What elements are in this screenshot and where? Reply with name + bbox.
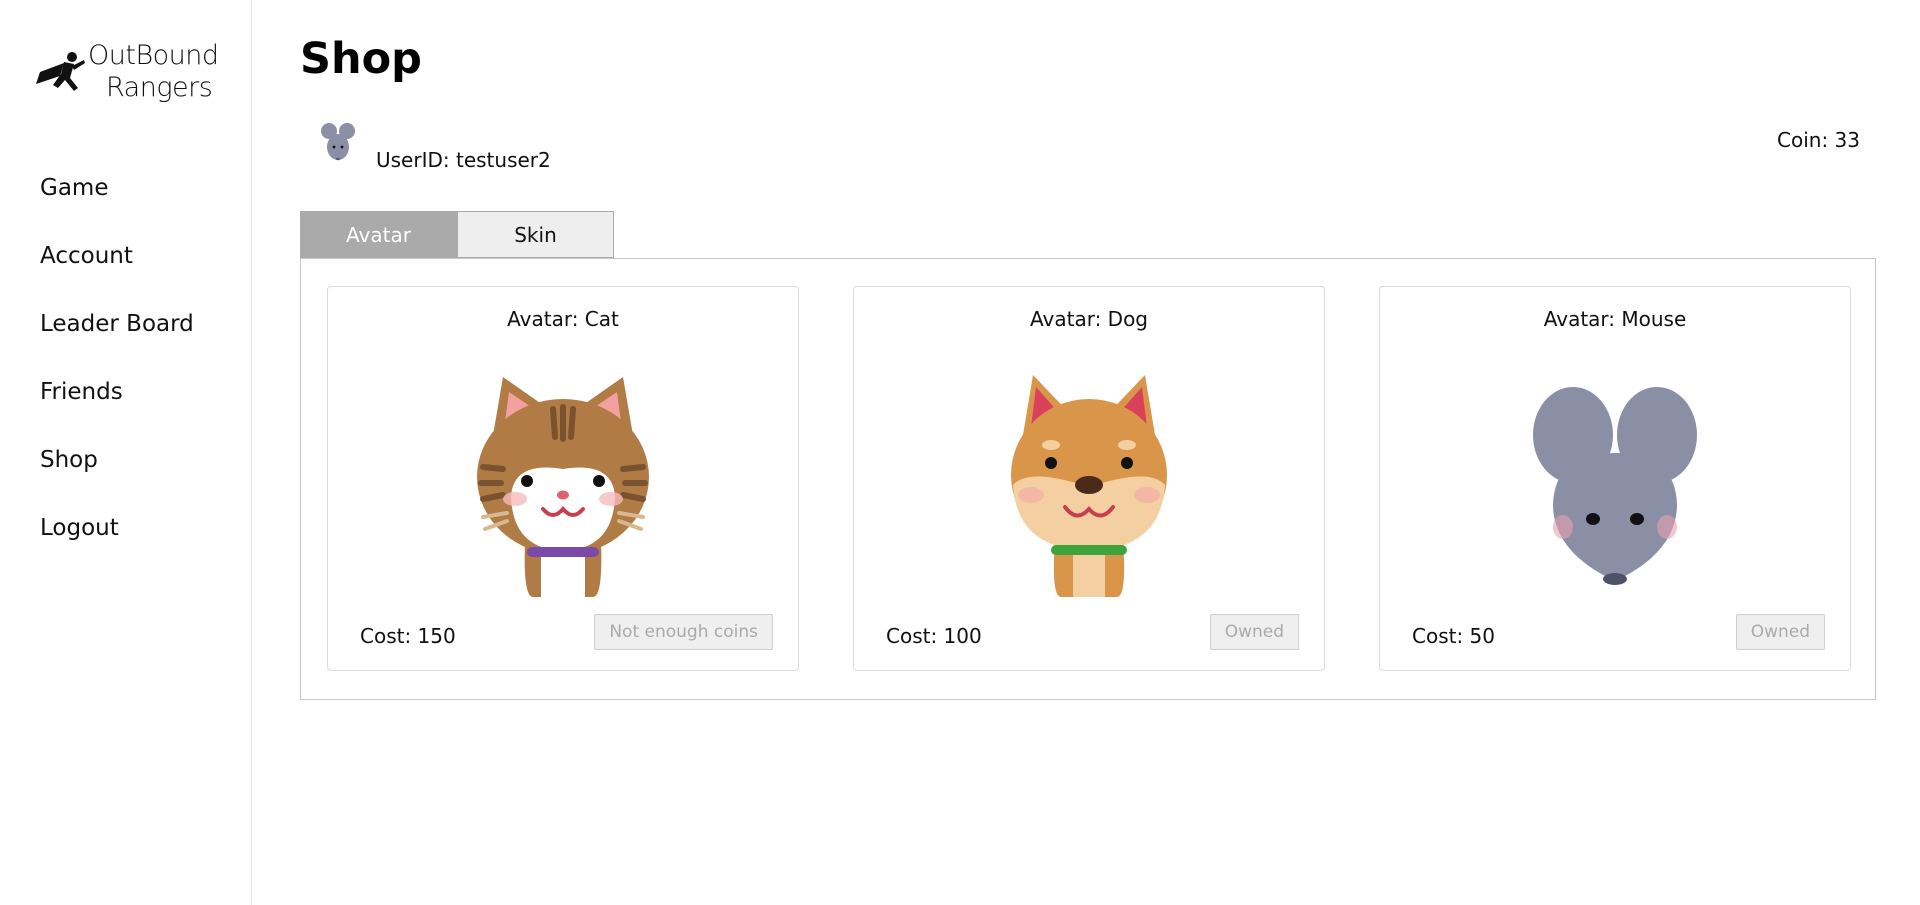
app-logo[interactable]: OutBound Rangers xyxy=(34,40,224,120)
dog-avatar-icon xyxy=(1011,375,1167,597)
sidebar-item-friends[interactable]: Friends xyxy=(40,374,194,442)
sidebar-item-account[interactable]: Account xyxy=(40,238,194,306)
mouse-avatar-icon xyxy=(321,123,355,161)
product-card-cat: Avatar: Cat Cost: 150 Not enough coins xyxy=(327,286,799,671)
mouse-avatar-icon xyxy=(1533,387,1697,585)
owned-button-mouse[interactable]: Owned xyxy=(1735,614,1825,650)
product-cost: Cost: 50 xyxy=(1412,624,1496,648)
sidebar-item-logout[interactable]: Logout xyxy=(40,510,194,578)
sidebar-item-shop[interactable]: Shop xyxy=(40,442,194,510)
tab-avatar[interactable]: Avatar xyxy=(300,211,457,258)
product-title: Avatar: Cat xyxy=(507,307,619,331)
product-cost: Cost: 100 xyxy=(886,624,982,648)
logo-text-line2: Rangers xyxy=(106,72,213,103)
user-id-label: UserID: testuser2 xyxy=(376,148,551,172)
product-panel: Avatar: Cat Cost: 150 Not enough coins A… xyxy=(300,258,1876,700)
product-title: Avatar: Dog xyxy=(1030,307,1148,331)
cat-avatar-icon xyxy=(477,377,649,597)
main-content: Shop UserID: testuser2 Coin: 33 Avatar S… xyxy=(300,0,1880,905)
tab-skin[interactable]: Skin xyxy=(457,211,614,258)
owned-button-dog[interactable]: Owned xyxy=(1209,614,1299,650)
product-cost: Cost: 150 xyxy=(360,624,456,648)
buy-button-cat[interactable]: Not enough coins xyxy=(594,614,773,650)
logo-text-line1: OutBound xyxy=(88,40,219,71)
user-info-row: UserID: testuser2 Coin: 33 xyxy=(300,118,1860,178)
product-title: Avatar: Mouse xyxy=(1543,307,1687,331)
ranger-logo-icon xyxy=(36,52,85,91)
sidebar: OutBound Rangers Game Account Leader Boa… xyxy=(0,0,252,905)
product-card-dog: Avatar: Dog Cost: 100 Owned xyxy=(853,286,1325,671)
sidebar-item-game[interactable]: Game xyxy=(40,170,194,238)
coin-balance: Coin: 33 xyxy=(1777,128,1860,152)
product-card-mouse: Avatar: Mouse Cost: 50 Owned xyxy=(1379,286,1851,671)
sidebar-nav: Game Account Leader Board Friends Shop L… xyxy=(40,170,194,578)
shop-tabs: Avatar Skin xyxy=(300,211,614,258)
page-title: Shop xyxy=(300,34,422,84)
sidebar-item-leader-board[interactable]: Leader Board xyxy=(40,306,194,374)
